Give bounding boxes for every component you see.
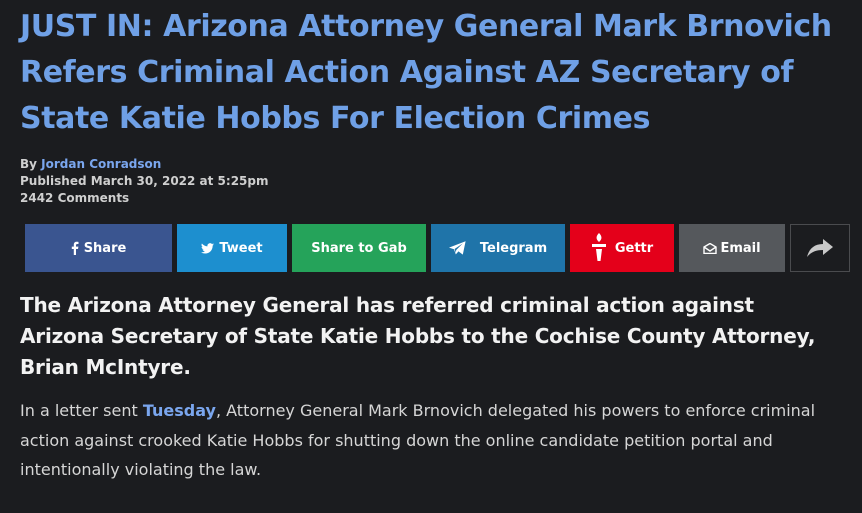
byline-prefix: By <box>20 157 37 171</box>
more-share-button[interactable] <box>790 224 850 272</box>
gettr-share-label: Gettr <box>614 240 654 256</box>
byline: By Jordan Conradson <box>20 156 860 173</box>
article-headline: JUST IN: Arizona Attorney General Mark B… <box>20 9 832 136</box>
tuesday-link[interactable]: Tuesday <box>143 401 216 420</box>
article-paragraph: In a letter sent Tuesday, Attorney Gener… <box>20 396 840 485</box>
paper-plane-icon <box>448 241 466 255</box>
facebook-icon <box>71 241 79 255</box>
share-arrow-icon <box>807 239 833 257</box>
twitter-share-button[interactable]: Tweet <box>177 224 287 272</box>
article-meta: By Jordan Conradson Published March 30, … <box>20 156 860 207</box>
facebook-share-button[interactable]: Share <box>25 224 172 272</box>
gettr-share-button[interactable]: Gettr <box>570 224 674 272</box>
twitter-share-label: Tweet <box>219 240 263 256</box>
telegram-share-button[interactable]: Telegram <box>431 224 565 272</box>
email-share-label: Email <box>720 240 761 256</box>
gab-share-button[interactable]: Share to Gab <box>292 224 426 272</box>
envelope-icon <box>703 242 718 254</box>
comments-count[interactable]: 2442 Comments <box>20 190 860 207</box>
twitter-bird-icon <box>201 242 215 254</box>
email-share-button[interactable]: Email <box>679 224 785 272</box>
article-lead: The Arizona Attorney General has referre… <box>20 293 816 379</box>
gab-share-label: Share to Gab <box>311 240 407 256</box>
article-header: JUST IN: Arizona Attorney General Mark B… <box>20 0 860 207</box>
gettr-torch-icon <box>591 233 607 263</box>
published-date: Published March 30, 2022 at 5:25pm <box>20 174 269 188</box>
facebook-share-label: Share <box>83 240 127 256</box>
telegram-share-label: Telegram <box>479 240 548 256</box>
paragraph-text-before: In a letter sent <box>20 401 143 420</box>
author-link[interactable]: Jordan Conradson <box>41 157 161 171</box>
